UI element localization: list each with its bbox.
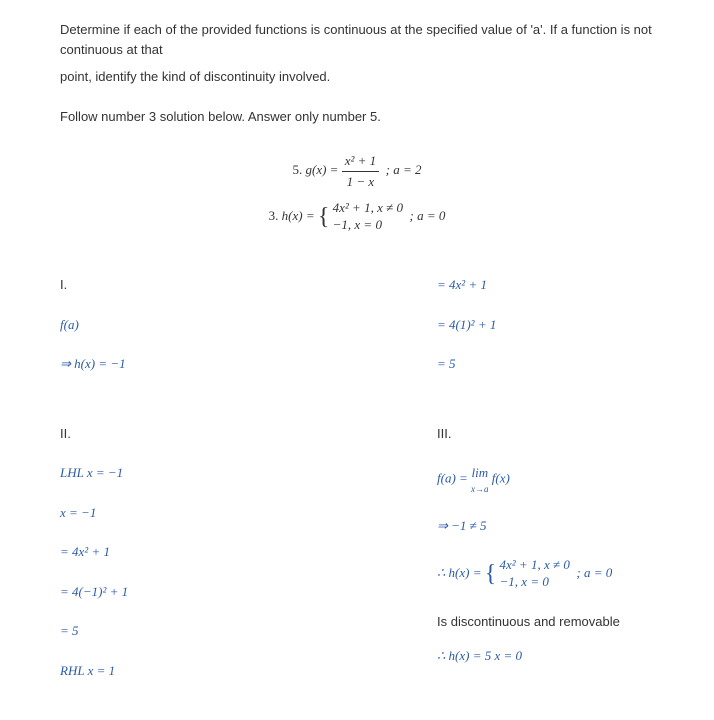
lhl-label: LHL x = −1 — [60, 463, 277, 483]
step-hx-neg1: ⇒ h(x) = −1 — [60, 354, 277, 374]
solution-columns: I. f(a) ⇒ h(x) = −1 II. LHL x = −1 x = −… — [60, 275, 654, 700]
section-1-label: I. — [60, 275, 277, 295]
right-r1: = 4x² + 1 — [437, 275, 654, 295]
rhl-label: RHL x = 1 — [60, 661, 277, 681]
section-3-label: III. — [437, 424, 654, 444]
right-r4: f(a) = limx→a f(x) — [437, 463, 654, 496]
conclusion-text: Is discontinuous and removable — [437, 612, 654, 632]
intro-text-1: Determine if each of the provided functi… — [60, 20, 654, 59]
problem-block: 5. g(x) = x² + 1 1 − x ; a = 2 3. h(x) =… — [60, 151, 654, 235]
left-s3: = 4(−1)² + 1 — [60, 582, 277, 602]
problem-5: 5. g(x) = x² + 1 1 − x ; a = 2 — [60, 151, 654, 191]
right-r5: ⇒ −1 ≠ 5 — [437, 516, 654, 536]
left-s2: = 4x² + 1 — [60, 542, 277, 562]
left-s4: = 5 — [60, 621, 277, 641]
problem-3: 3. h(x) = { 4x² + 1, x ≠ 0 −1, x = 0 ; a… — [60, 199, 654, 235]
right-r7: ∴ h(x) = 5 x = 0 — [437, 646, 654, 666]
left-column: I. f(a) ⇒ h(x) = −1 II. LHL x = −1 x = −… — [60, 275, 277, 700]
left-s1: x = −1 — [60, 503, 277, 523]
intro-text-2: point, identify the kind of discontinuit… — [60, 67, 654, 87]
right-column: = 4x² + 1 = 4(1)² + 1 = 5 III. f(a) = li… — [437, 275, 654, 700]
instruction-text: Follow number 3 solution below. Answer o… — [60, 107, 654, 127]
fa-label: f(a) — [60, 315, 277, 335]
right-r6: ∴ h(x) = { 4x² + 1, x ≠ 0 −1, x = 0 ; a … — [437, 556, 654, 592]
right-r3: = 5 — [437, 354, 654, 374]
section-2-label: II. — [60, 424, 277, 444]
right-r2: = 4(1)² + 1 — [437, 315, 654, 335]
